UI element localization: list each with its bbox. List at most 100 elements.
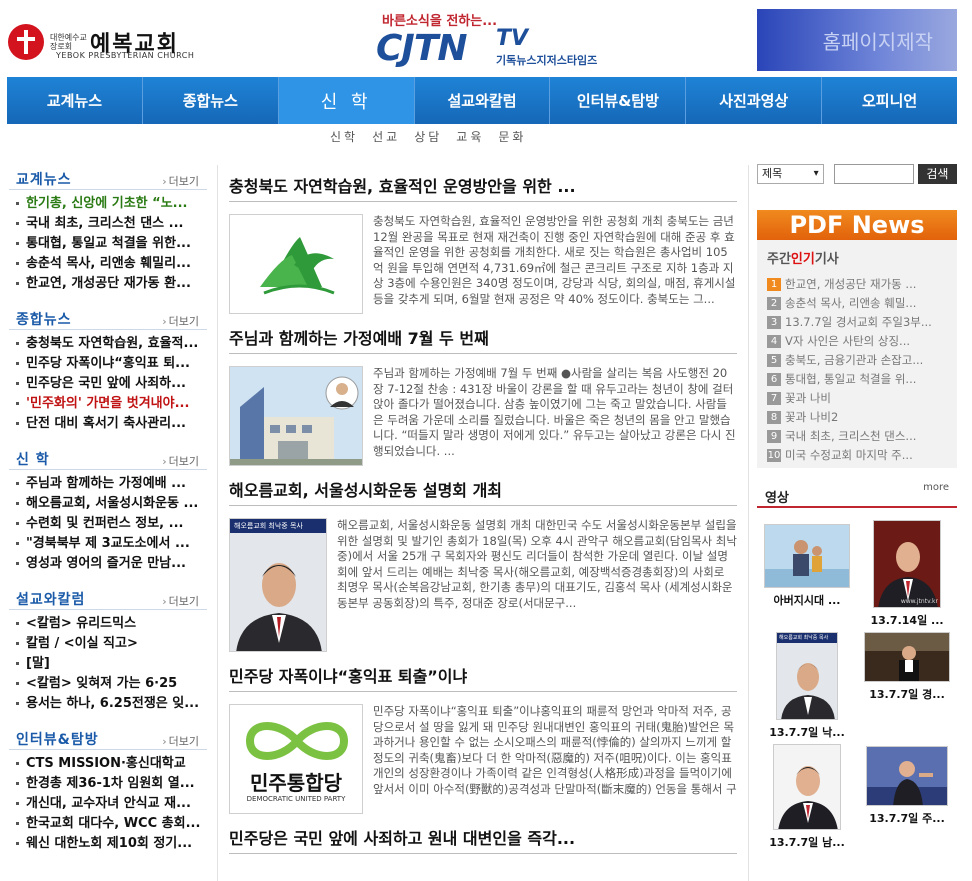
- article: 주님과 함께하는 가정예배 7월 두 번째 주님과 함께하는 가정예배 7월 두…: [229, 324, 737, 466]
- subnav-culture[interactable]: 문화: [498, 128, 526, 145]
- list-item[interactable]: 한국교회 대다수, WCC 총회...: [9, 814, 207, 834]
- popular-item[interactable]: 5 충북도, 금융기관과 손잡고...: [767, 351, 951, 370]
- list-item[interactable]: 민주당 자폭이냐“홍익표 퇴...: [9, 354, 207, 374]
- list-item[interactable]: 송춘석 목사, 리앤송 훼밀리...: [9, 254, 207, 274]
- list-item[interactable]: CTS MISSION·홍신대학교: [9, 754, 207, 774]
- list-item[interactable]: 주님과 함께하는 가정예배 ...: [9, 474, 207, 494]
- video-thumbnail[interactable]: [864, 632, 950, 682]
- list-item[interactable]: <칼럼> 잊혀져 가는 6·25: [9, 674, 207, 694]
- more-link[interactable]: 더보기: [162, 313, 207, 329]
- list-item[interactable]: 칼럼 / <이실 직고>: [9, 634, 207, 654]
- homepage-banner[interactable]: 홈페이지제작: [757, 9, 957, 71]
- more-link[interactable]: 더보기: [162, 173, 207, 189]
- list-item[interactable]: 개신대, 교수자녀 안식교 재...: [9, 794, 207, 814]
- list-item[interactable]: <칼럼> 유리드믹스: [9, 614, 207, 634]
- more-link[interactable]: 더보기: [162, 593, 207, 609]
- video-caption: 13.7.7일 낙...: [769, 726, 845, 739]
- video-item[interactable]: 해오름교회 최낙중 목사 13.7.7일 낙...: [757, 632, 857, 740]
- article-thumbnail[interactable]: 해오름교회 최낙중 목사: [229, 518, 327, 652]
- popular-item[interactable]: 6 통대협, 통일교 척결을 위...: [767, 370, 951, 389]
- popular-item[interactable]: 10 미국 수정교회 마지막 주...: [767, 446, 951, 465]
- list-item[interactable]: 수련회 및 컨퍼런스 정보, ...: [9, 514, 207, 534]
- nav-item-photo-video[interactable]: 사진과영상: [686, 77, 823, 124]
- video-section-header: 영상 more: [757, 482, 957, 508]
- search-button[interactable]: 검색: [917, 164, 957, 184]
- subnav-education[interactable]: 교육: [456, 128, 484, 145]
- article-title[interactable]: 충청북도 자연학습원, 효율적인 운영방안을 위한 ...: [229, 172, 737, 202]
- popular-item[interactable]: 2 송춘석 목사, 리앤송 훼밀...: [767, 294, 951, 313]
- nav-item-sermon-column[interactable]: 설교와칼럼: [415, 77, 551, 124]
- video-item[interactable]: 13.7.7일 주...: [857, 744, 957, 850]
- list-item[interactable]: 민주당은 국민 앞에 사죄하...: [9, 374, 207, 394]
- nav-item-theology[interactable]: 신 학: [278, 77, 415, 124]
- pastor-portrait-image: [230, 533, 326, 651]
- video-thumbnail[interactable]: 해오름교회 최낙중 목사: [776, 632, 838, 720]
- list-item[interactable]: [말]: [9, 654, 207, 674]
- rank-number: 3: [767, 316, 781, 329]
- search-input[interactable]: [833, 164, 914, 184]
- article: 민주당 자폭이냐“홍익표 퇴출”이냐 민주통합당 DEMOCRATIC UNIT…: [229, 662, 737, 814]
- page: 대한예수교 장로회 예복교회 YEBOK PRESBYTERIAN CHURCH…: [0, 0, 972, 881]
- popular-item[interactable]: 1 한교연, 개성공단 재가동 ...: [767, 275, 951, 294]
- article-title[interactable]: 해오름교회, 서울성시화운동 설명회 개최: [229, 476, 737, 506]
- list-item[interactable]: 통대협, 통일교 척결을 위한...: [9, 234, 207, 254]
- list-item[interactable]: 한경총 제36-1차 임원회 열...: [9, 774, 207, 794]
- list-item[interactable]: "경북북부 제 3교도소에서 ...: [9, 534, 207, 554]
- video-item[interactable]: 13.7.7일 남...: [757, 744, 857, 850]
- tv-slogan: 바른소식을 전하는...: [382, 14, 498, 29]
- rank-number: 10: [767, 449, 781, 462]
- pastor-portrait-image: [777, 643, 837, 719]
- list-item[interactable]: 한기총, 신앙에 기초한 “노...: [9, 194, 207, 214]
- subnav-counsel[interactable]: 상담: [414, 128, 442, 145]
- popular-item[interactable]: 9 국내 최초, 크리스천 댄스...: [767, 427, 951, 446]
- popular-item[interactable]: 8 꽃과 나비2: [767, 408, 951, 427]
- popular-item[interactable]: 4 V자 사인은 사탄의 상징...: [767, 332, 951, 351]
- list-item[interactable]: 충청북도 자연학습원, 효율적...: [9, 334, 207, 354]
- popular-item[interactable]: 7 꽃과 나비: [767, 389, 951, 408]
- nav-item-opinion[interactable]: 오피니언: [822, 77, 957, 124]
- video-thumbnail[interactable]: [764, 524, 850, 588]
- article-thumbnail[interactable]: 민주통합당 DEMOCRATIC UNITED PARTY: [229, 704, 363, 814]
- article-summary: 주님과 함께하는 가정예배 7월 두 번째 ●사람을 살리는 복음 사도행전 2…: [373, 366, 736, 458]
- nav-item-church-news[interactable]: 교계뉴스: [7, 77, 143, 124]
- more-link[interactable]: 더보기: [162, 453, 207, 469]
- list-item[interactable]: 단전 대비 혹서기 축사관리...: [9, 414, 207, 434]
- list-item[interactable]: '민주화의' 가면을 벗겨내야...: [9, 394, 207, 414]
- nav-item-general-news[interactable]: 종합뉴스: [143, 77, 279, 124]
- article-thumbnail[interactable]: [229, 214, 363, 314]
- video-thumbnail[interactable]: [866, 746, 948, 806]
- party-infinity-logo-image: [245, 722, 349, 760]
- video-item[interactable]: 13.7.7일 경...: [857, 632, 957, 740]
- cross-icon: [8, 24, 44, 60]
- subnav-mission[interactable]: 선교: [372, 128, 400, 145]
- list-item[interactable]: 웨신 대한노회 제10회 정기...: [9, 834, 207, 854]
- video-thumbnail[interactable]: [773, 744, 841, 830]
- article-title[interactable]: 민주당은 국민 앞에 사죄하고 원내 대변인을 즉각...: [229, 824, 737, 854]
- video-thumbnail[interactable]: www.jtntv.kr: [873, 520, 941, 608]
- list-item[interactable]: 영성과 영어의 즐거운 만남...: [9, 554, 207, 574]
- sub-nav: 신학 선교 상담 교육 문화: [330, 128, 526, 145]
- video-item[interactable]: www.jtntv.kr 13.7.14일 ...: [857, 520, 957, 628]
- article-summary: 민주당 자폭이냐“홍익표 퇴출”이냐홍익표의 패륜적 망언과 악마적 저주, 공…: [373, 704, 737, 798]
- list-item[interactable]: 국내 최초, 크리스천 댄스 ...: [9, 214, 207, 234]
- pdf-news-banner[interactable]: PDF News: [757, 210, 957, 240]
- article-title[interactable]: 주님과 함께하는 가정예배 7월 두 번째: [229, 324, 737, 354]
- nav-item-interview[interactable]: 인터뷰&탐방: [550, 77, 687, 124]
- subnav-theology[interactable]: 신학: [330, 128, 358, 145]
- party-logo-text: 민주통합당: [250, 771, 342, 795]
- main-nav: 교계뉴스 종합뉴스 신 학 설교와칼럼 인터뷰&탐방 사진과영상 오피니언: [7, 77, 957, 124]
- list-item[interactable]: 해오름교회, 서울성시화운동 ...: [9, 494, 207, 514]
- rank-number: 7: [767, 392, 781, 405]
- video-item[interactable]: 아버지시대 ...: [757, 520, 857, 628]
- article-title[interactable]: 민주당 자폭이냐“홍익표 퇴출”이냐: [229, 662, 737, 692]
- church-building-image: [230, 367, 362, 465]
- video-more-link[interactable]: more: [923, 482, 949, 493]
- list-item[interactable]: 한교연, 개성공단 재가동 환...: [9, 274, 207, 294]
- popular-item[interactable]: 3 13.7.7일 경서교회 주일3부...: [767, 313, 951, 332]
- list-item[interactable]: 용서는 하나, 6.25전쟁은 잊...: [9, 694, 207, 714]
- video-caption: 13.7.14일 ...: [870, 614, 944, 627]
- search-field-select[interactable]: 제목: [757, 164, 824, 184]
- article-thumbnail[interactable]: [229, 366, 363, 466]
- more-link[interactable]: 더보기: [162, 733, 207, 749]
- cjtn-logo[interactable]: 바른소식을 전하는... CJTN TV 기독뉴스지저스타임즈: [376, 10, 616, 70]
